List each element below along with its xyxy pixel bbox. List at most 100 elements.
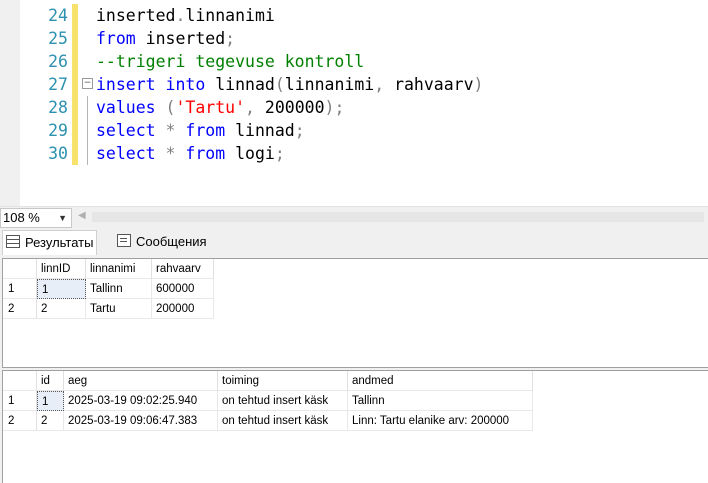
column-header[interactable]: toiming <box>218 371 348 391</box>
code-token: from <box>96 29 136 48</box>
code-line[interactable]: 25 from inserted; <box>20 27 708 50</box>
table-cell[interactable]: 2 <box>37 299 86 319</box>
row-number[interactable]: 2 <box>3 411 37 431</box>
scroll-left-icon[interactable]: ◀ <box>78 210 86 221</box>
line-number: 27 <box>48 75 68 94</box>
tab-results[interactable]: Результаты <box>2 230 98 255</box>
results-tab-bar: Результаты Сообщения <box>0 229 708 255</box>
table-cell[interactable]: 600000 <box>152 279 214 299</box>
change-indicator <box>72 27 78 50</box>
column-header[interactable]: linnID <box>37 259 86 279</box>
code-token: ) <box>473 75 484 94</box>
change-indicator <box>72 142 78 165</box>
code-token: 'Tartu' <box>175 98 246 117</box>
fold-guide <box>87 96 88 119</box>
zoom-dropdown[interactable]: 108 % ▼ <box>0 208 72 228</box>
code-token: inserted <box>96 6 176 25</box>
change-indicator <box>72 73 78 96</box>
table-cell[interactable]: 2025-03-19 09:02:25.940 <box>64 391 218 411</box>
code-token: linnad <box>205 75 275 94</box>
horizontal-scrollbar[interactable] <box>92 212 704 222</box>
collapse-icon[interactable]: − <box>82 78 93 89</box>
code-token: select <box>96 121 156 140</box>
code-token: linnanimi <box>185 6 275 25</box>
fold-guide <box>87 119 88 142</box>
change-indicator <box>72 50 78 73</box>
tab-messages-label: Сообщения <box>136 234 207 249</box>
editor-margin <box>0 0 20 206</box>
code-token: from <box>185 121 226 140</box>
code-text: values ('Tartu', 200000); <box>96 96 344 119</box>
results-area: linnID linnanimi rahvaarv 1 1 Tallinn 600000 2 2… <box>0 255 708 483</box>
code-token: into <box>165 75 206 94</box>
editor-status-bar: 108 % ▼ ◀ <box>0 206 708 229</box>
change-indicator <box>72 119 78 142</box>
row-number[interactable]: 2 <box>3 299 37 319</box>
table-cell[interactable]: 200000 <box>152 299 214 319</box>
code-line[interactable]: 30 select * from logi; <box>20 142 708 165</box>
change-indicator <box>72 96 78 119</box>
code-token: * <box>155 121 186 140</box>
grid-corner[interactable] <box>3 371 37 391</box>
code-token: ( <box>155 98 176 117</box>
code-token: rahvaarv <box>394 75 474 94</box>
code-token: ; <box>274 144 285 163</box>
code-token: * <box>155 144 186 163</box>
tab-results-label: Результаты <box>25 235 94 250</box>
table-cell[interactable]: 1 <box>37 279 86 299</box>
result-grid-logi[interactable]: id aeg toiming andmed 1 1 2025-03-19 09:02:25.… <box>2 370 708 483</box>
line-number: 28 <box>48 98 68 117</box>
row-number[interactable]: 1 <box>3 279 37 299</box>
column-header[interactable]: aeg <box>64 371 218 391</box>
fold-guide <box>87 142 88 165</box>
column-header[interactable]: id <box>37 371 64 391</box>
code-text: from inserted; <box>96 27 235 50</box>
change-indicator <box>72 4 78 27</box>
table-cell[interactable]: 2 <box>37 411 64 431</box>
table-cell[interactable]: Tallinn <box>86 279 152 299</box>
line-number: 30 <box>48 144 68 163</box>
code-line[interactable]: 27 − insert into linnad(linnanimi, rahvaar… <box>20 73 708 96</box>
code-token: ); <box>324 98 345 117</box>
zoom-value: 108 % <box>3 210 40 225</box>
code-token: ( <box>274 75 285 94</box>
code-text: inserted.linnanimi <box>96 4 275 27</box>
line-number: 24 <box>48 6 68 25</box>
code-text: --trigeri tegevuse kontroll <box>96 50 364 73</box>
table-cell[interactable]: on tehtud insert käsk <box>218 411 348 431</box>
table-cell[interactable]: Tallinn <box>348 391 533 411</box>
code-token: select <box>96 144 156 163</box>
row-number[interactable]: 1 <box>3 391 37 411</box>
line-number: 29 <box>48 121 68 140</box>
code-token: from <box>185 144 226 163</box>
column-header[interactable]: andmed <box>348 371 533 391</box>
sql-editor[interactable]: 24 inserted.linnanimi 25 from inserted; 26 --… <box>0 0 708 206</box>
grid-icon <box>6 235 20 248</box>
column-header[interactable]: linnanimi <box>86 259 152 279</box>
line-number: 25 <box>48 29 68 48</box>
table-cell[interactable]: Tartu <box>86 299 152 319</box>
code-token: linnad <box>225 121 295 140</box>
line-number: 26 <box>48 52 68 71</box>
result-grid-linnad[interactable]: linnID linnanimi rahvaarv 1 1 Tallinn 600000 2 2… <box>2 258 708 368</box>
grid-corner[interactable] <box>3 259 37 279</box>
code-token: inserted <box>135 29 226 48</box>
code-line[interactable]: 26 --trigeri tegevuse kontroll <box>20 50 708 73</box>
table-cell[interactable]: 2025-03-19 09:06:47.383 <box>64 411 218 431</box>
table-cell[interactable]: 1 <box>37 391 64 411</box>
code-token: ; <box>294 121 305 140</box>
code-line[interactable]: 24 inserted.linnanimi <box>20 4 708 27</box>
column-header[interactable]: rahvaarv <box>152 259 214 279</box>
code-text: select * from logi; <box>96 142 285 165</box>
code-token: values <box>96 98 156 117</box>
code-token: , <box>374 75 395 94</box>
code-line[interactable]: 29 select * from linnad; <box>20 119 708 142</box>
code-line[interactable]: 28 values ('Tartu', 200000); <box>20 96 708 119</box>
code-token: --trigeri tegevuse kontroll <box>96 52 365 71</box>
table-cell[interactable]: on tehtud insert käsk <box>218 391 348 411</box>
code-token: linnanimi <box>284 75 375 94</box>
table-cell[interactable]: Linn: Tartu elanike arv: 200000 <box>348 411 533 431</box>
tab-messages[interactable]: Сообщения <box>114 230 210 254</box>
code-token: 200000 <box>264 98 325 117</box>
